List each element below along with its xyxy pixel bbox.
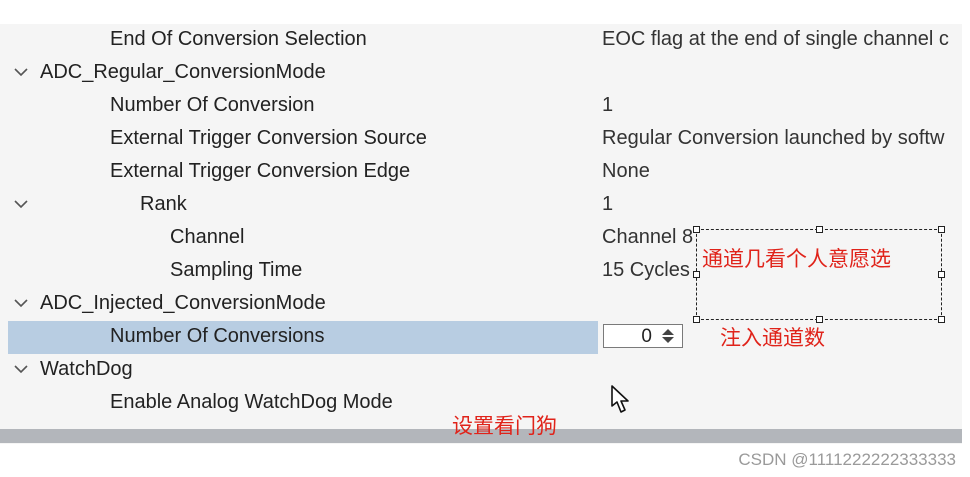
row-label: Channel [170, 226, 245, 248]
row-label: ADC_Injected_ConversionMode [40, 292, 326, 314]
number-of-conversions-spinner[interactable]: 0 [603, 324, 683, 348]
row-value[interactable]: 15 Cycles [602, 259, 690, 282]
hand-pointer-icon [606, 384, 636, 421]
tree-row-external-trigger-conversion-source[interactable]: External Trigger Conversion Source Regul… [0, 123, 962, 156]
annotation-watchdog-note: 设置看门狗 [452, 415, 557, 438]
annotation-injected-note: 注入通道数 [720, 327, 825, 350]
chevron-down-icon[interactable] [12, 360, 30, 378]
row-label: Enable Analog WatchDog Mode [110, 391, 393, 413]
row-value[interactable]: Regular Conversion launched by softw [602, 127, 944, 150]
resize-handle[interactable] [938, 271, 945, 278]
resize-handle[interactable] [938, 226, 945, 233]
row-label: Rank [140, 193, 187, 215]
resize-handle[interactable] [693, 226, 700, 233]
annotation-channel-note: 通道几看个人意愿选 [702, 248, 891, 271]
tree-row-watchdog[interactable]: WatchDog [0, 354, 962, 387]
row-label: External Trigger Conversion Source [110, 127, 427, 149]
spinner-value[interactable]: 0 [641, 326, 652, 348]
row-value[interactable]: 1 [602, 94, 613, 117]
resize-handle[interactable] [693, 316, 700, 323]
row-label: Sampling Time [170, 259, 303, 281]
tree-row-number-of-conversion[interactable]: Number Of Conversion 1 [0, 90, 962, 123]
row-value[interactable]: 1 [602, 193, 613, 216]
row-value[interactable]: None [602, 160, 650, 183]
tree-row-adc-regular-conversion-mode[interactable]: ADC_Regular_ConversionMode [0, 57, 962, 90]
row-label: ADC_Regular_ConversionMode [40, 61, 326, 83]
resize-handle[interactable] [938, 316, 945, 323]
tree-row-external-trigger-conversion-edge[interactable]: External Trigger Conversion Edge None [0, 156, 962, 189]
tree-row-rank[interactable]: Rank 1 [0, 189, 962, 222]
chevron-down-icon[interactable] [12, 195, 30, 213]
tree-row-end-of-conversion-selection[interactable]: End Of Conversion Selection EOC flag at … [0, 24, 962, 57]
row-label: WatchDog [40, 358, 133, 380]
row-value[interactable]: Channel 8 [602, 226, 693, 249]
row-value[interactable]: EOC flag at the end of single channel c [602, 28, 949, 51]
row-label: End Of Conversion Selection [110, 28, 367, 50]
resize-handle[interactable] [816, 226, 823, 233]
row-label: External Trigger Conversion Edge [110, 160, 411, 182]
row-label: Number Of Conversions [110, 325, 325, 347]
resize-handle[interactable] [693, 271, 700, 278]
row-label: Number Of Conversion [110, 94, 315, 116]
chevron-down-icon[interactable] [12, 63, 30, 81]
watermark: CSDN @1111222222333333 [738, 450, 956, 469]
spinner-arrows-icon[interactable] [658, 327, 678, 345]
chevron-down-icon[interactable] [12, 294, 30, 312]
